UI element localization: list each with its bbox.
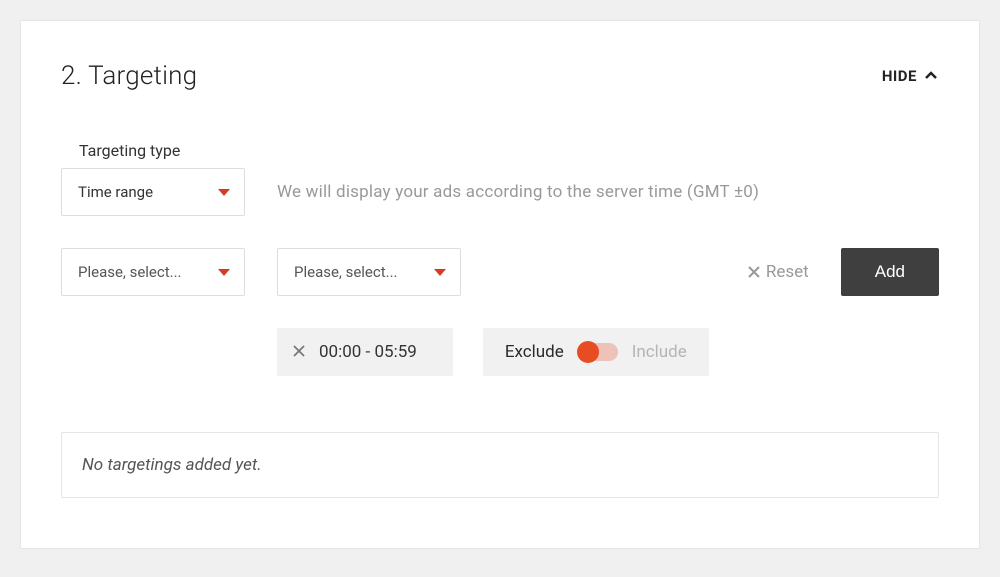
add-button[interactable]: Add xyxy=(841,248,939,296)
time-selectors-row: Please, select... Please, select... Rese… xyxy=(61,248,939,296)
hide-label: HIDE xyxy=(882,67,917,85)
time-to-placeholder: Please, select... xyxy=(294,263,398,281)
empty-message: No targetings added yet. xyxy=(82,455,262,475)
include-label: Include xyxy=(632,342,687,362)
section-title: 2. Targeting xyxy=(61,61,197,91)
card-header: 2. Targeting HIDE xyxy=(61,61,939,91)
targeting-type-row: Time range We will display your ads acco… xyxy=(61,168,939,216)
targetings-empty-state: No targetings added yet. xyxy=(61,432,939,498)
targeting-type-value: Time range xyxy=(78,183,153,201)
hide-toggle[interactable]: HIDE xyxy=(882,67,939,85)
chip-time-label: 00:00 - 05:59 xyxy=(319,342,417,362)
exclude-label: Exclude xyxy=(505,342,564,362)
targeting-type-select[interactable]: Time range xyxy=(61,168,245,216)
time-range-chip: 00:00 - 05:59 xyxy=(277,328,453,376)
reset-label: Reset xyxy=(766,262,809,282)
remove-chip-button[interactable] xyxy=(293,343,305,361)
chevron-down-icon xyxy=(218,189,230,196)
exclude-include-chip: Exclude Include xyxy=(483,328,709,376)
chevron-up-icon xyxy=(923,68,939,84)
targeting-type-label: Targeting type xyxy=(79,141,939,160)
targeting-helper-text: We will display your ads according to th… xyxy=(277,182,759,202)
targeting-card: 2. Targeting HIDE Targeting type Time ra… xyxy=(20,20,980,549)
chevron-down-icon xyxy=(218,269,230,276)
close-icon xyxy=(747,265,761,279)
exclude-include-toggle[interactable] xyxy=(578,343,618,361)
chips-row: 00:00 - 05:59 Exclude Include xyxy=(277,328,939,376)
chevron-down-icon xyxy=(434,269,446,276)
time-from-select[interactable]: Please, select... xyxy=(61,248,245,296)
toggle-knob xyxy=(577,341,599,363)
close-icon xyxy=(293,345,305,357)
time-to-select[interactable]: Please, select... xyxy=(277,248,461,296)
reset-button[interactable]: Reset xyxy=(747,262,809,282)
time-from-placeholder: Please, select... xyxy=(78,263,182,281)
